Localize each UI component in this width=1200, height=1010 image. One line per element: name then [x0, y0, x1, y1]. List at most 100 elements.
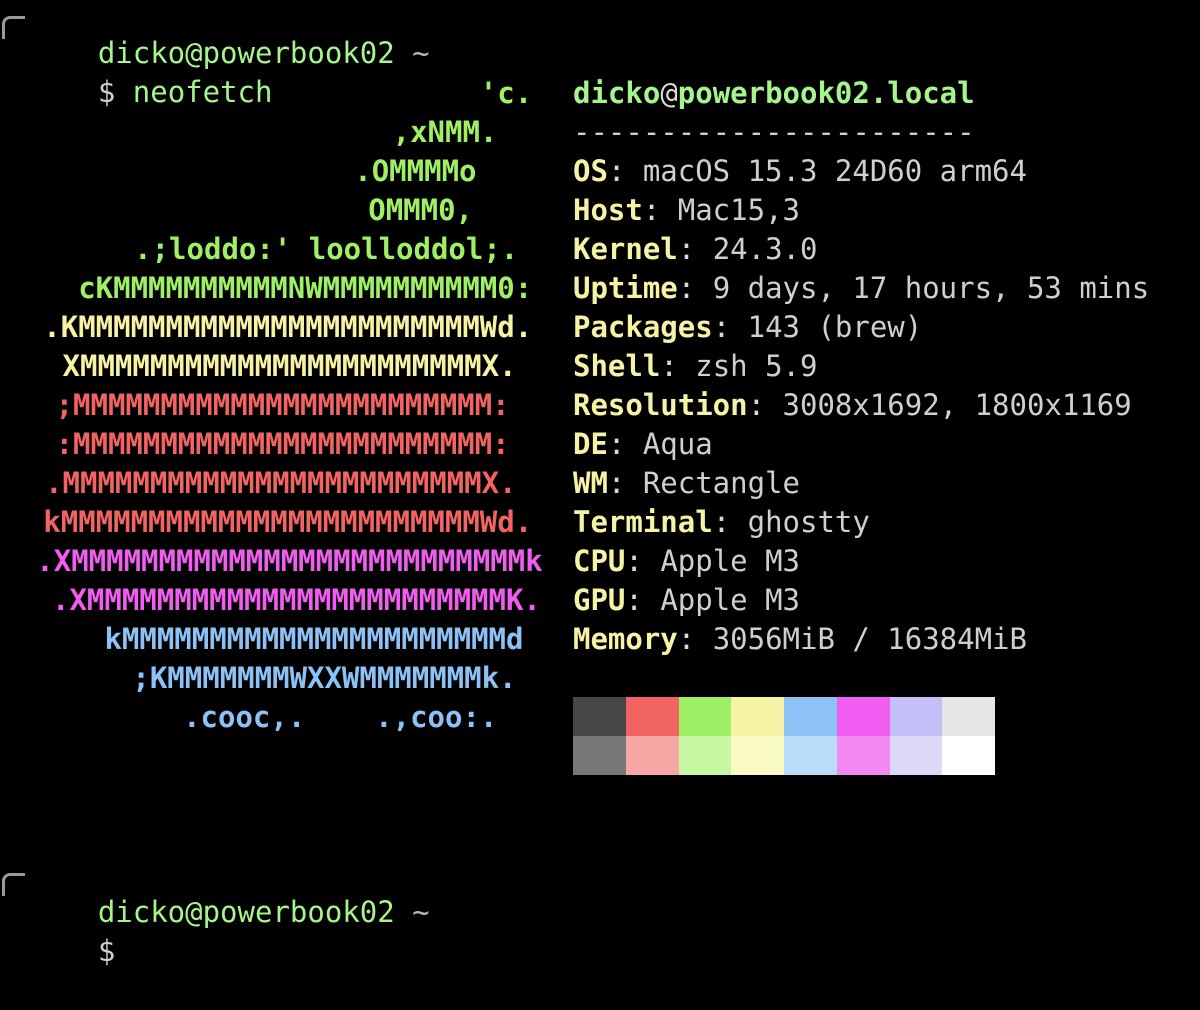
- info-field-gpu: GPU: Apple M3: [573, 581, 1149, 620]
- info-key: WM: [573, 466, 608, 500]
- info-key: OS: [573, 154, 608, 188]
- color-swatch-normal-4: [784, 697, 837, 736]
- color-swatch-normal-0: [573, 697, 626, 736]
- info-colon: :: [677, 232, 713, 266]
- info-host: powerbook02.local: [677, 76, 975, 110]
- ascii-art-line: cKMMMMMMMMMMNWMMMMMMMMMM0:: [78, 271, 533, 305]
- info-field-terminal: Terminal: ghostty: [573, 503, 1149, 542]
- info-key: Packages: [573, 310, 713, 344]
- info-at: @: [660, 76, 678, 110]
- info-colon: :: [607, 154, 643, 188]
- info-value: Apple M3: [660, 544, 800, 578]
- info-value: 143 (brew): [747, 310, 923, 344]
- ascii-art-line: XMMMMMMMMMMMMMMMMMMMMMMMX.: [62, 349, 517, 383]
- color-swatch-bright-5: [836, 736, 890, 775]
- ascii-art-line: .;loddo:' loolloddol;.: [134, 232, 519, 266]
- color-swatch-normal-7: [942, 697, 995, 736]
- info-field-resolution: Resolution: 3008x1692, 1800x1169: [573, 386, 1149, 425]
- prompt-line-2: dicko@powerbook02 ~: [28, 854, 430, 929]
- color-swatch-normal-5: [836, 697, 890, 736]
- color-swatch-bright-1: [625, 736, 679, 775]
- info-key: Terminal: [573, 505, 713, 539]
- terminal-window[interactable]: dicko@powerbook02 ~ $ neofetch 'c. ,xNMM.…: [0, 0, 1200, 968]
- ascii-art-line: .cooc,. .,coo:.: [183, 700, 498, 734]
- info-value: 24.3.0: [712, 232, 818, 266]
- ascii-art-line: .MMMMMMMMMMMMMMMMMMMMMMMMX.: [45, 466, 517, 500]
- color-swatch-bright-6: [889, 736, 943, 775]
- info-field-de: DE: Aqua: [573, 425, 1149, 464]
- info-field-kernel: Kernel: 24.3.0: [573, 230, 1149, 269]
- info-colon: :: [625, 583, 661, 617]
- ascii-art-line: OMMM0,: [368, 193, 473, 227]
- info-colon: :: [642, 193, 678, 227]
- ascii-art-line: .KMMMMMMMMMMMMMMMMMMMMMMMWd.: [43, 310, 533, 344]
- info-title: dicko@powerbook02.local: [573, 74, 1149, 113]
- info-key: CPU: [573, 544, 626, 578]
- color-swatch-normal-1: [625, 697, 679, 736]
- info-colon: :: [607, 466, 643, 500]
- info-key: Shell: [573, 349, 661, 383]
- info-user: dicko: [573, 76, 661, 110]
- info-colon: :: [677, 622, 713, 656]
- info-key: Memory: [573, 622, 678, 656]
- prompt-corner-decoration-2: [2, 873, 25, 896]
- info-field-os: OS: macOS 15.3 24D60 arm64: [573, 152, 1149, 191]
- info-colon: :: [607, 427, 643, 461]
- info-colon: :: [712, 505, 748, 539]
- prompt-line-1: dicko@powerbook02 ~: [28, 0, 430, 70]
- ascii-art-line: 'c.: [479, 76, 533, 110]
- ascii-art-line: .XMMMMMMMMMMMMMMMMMMMMMMMMMMk: [36, 544, 543, 578]
- color-swatch-normal-2: [678, 697, 732, 736]
- color-palette: [573, 697, 995, 775]
- info-key: Host: [573, 193, 643, 227]
- info-key: Resolution: [573, 388, 748, 422]
- color-swatch-bright-3: [731, 736, 784, 775]
- color-swatch-bright-4: [784, 736, 837, 775]
- info-value: zsh 5.9: [695, 349, 818, 383]
- ascii-art-line: .XMMMMMMMMMMMMMMMMMMMMMMMMK.: [52, 583, 541, 617]
- ascii-art-line: kMMMMMMMMMMMMMMMMMMMMMMMMWd.: [43, 505, 533, 539]
- apple-ascii-logo: 'c. ,xNMM. .OMMMMo OMMM0, .;loddo:' loollodd…: [0, 74, 560, 737]
- info-field-wm: WM: Rectangle: [573, 464, 1149, 503]
- info-key: Uptime: [573, 271, 678, 305]
- info-colon: :: [747, 388, 783, 422]
- ascii-art-line: ;KMMMMMMMWXXWMMMMMMMk.: [132, 661, 517, 695]
- ascii-art-line: ,xNMM.: [392, 115, 498, 149]
- color-swatch-bright-0: [573, 736, 626, 775]
- info-colon: :: [712, 310, 748, 344]
- info-field-packages: Packages: 143 (brew): [573, 308, 1149, 347]
- info-field-host: Host: Mac15,3: [573, 191, 1149, 230]
- info-value: 3008x1692, 1800x1169: [782, 388, 1132, 422]
- info-value: Mac15,3: [677, 193, 800, 227]
- info-key: Kernel: [573, 232, 678, 266]
- prompt-corner-decoration: [2, 16, 25, 39]
- color-swatch-normal-3: [731, 697, 784, 736]
- prompt-user-host-2: dicko@powerbook02: [97, 895, 395, 929]
- command-line-1: $ neofetch: [28, 34, 273, 109]
- info-colon: :: [677, 271, 713, 305]
- info-value: 9 days, 17 hours, 53 mins: [712, 271, 1150, 305]
- prompt-path: ~: [412, 36, 430, 70]
- ascii-art-line: :MMMMMMMMMMMMMMMMMMMMMMMM:: [55, 427, 510, 461]
- info-value: Aqua: [642, 427, 713, 461]
- color-swatch-bright-2: [678, 736, 732, 775]
- info-value: ghostty: [747, 505, 870, 539]
- color-swatch-bright-7: [942, 736, 995, 775]
- ascii-art-line: .OMMMMo: [354, 154, 477, 188]
- command-line-2[interactable]: $: [28, 893, 115, 968]
- prompt-path-2: ~: [412, 895, 430, 929]
- info-value: Apple M3: [660, 583, 800, 617]
- info-key: GPU: [573, 583, 626, 617]
- info-key: DE: [573, 427, 608, 461]
- info-value: Rectangle: [642, 466, 800, 500]
- info-separator: -----------------------: [573, 115, 975, 149]
- ascii-art-line: ;MMMMMMMMMMMMMMMMMMMMMMMM:: [55, 388, 510, 422]
- color-swatch-normal-6: [889, 697, 943, 736]
- info-field-shell: Shell: zsh 5.9: [573, 347, 1149, 386]
- info-field-memory: Memory: 3056MiB / 16384MiB: [573, 620, 1149, 659]
- info-field-uptime: Uptime: 9 days, 17 hours, 53 mins: [573, 269, 1149, 308]
- ascii-art-line: kMMMMMMMMMMMMMMMMMMMMMMd: [104, 622, 524, 656]
- prompt-dollar-2: $: [97, 934, 116, 968]
- system-info-panel: dicko@powerbook02.local ----------------…: [573, 74, 1149, 659]
- info-colon: :: [660, 349, 696, 383]
